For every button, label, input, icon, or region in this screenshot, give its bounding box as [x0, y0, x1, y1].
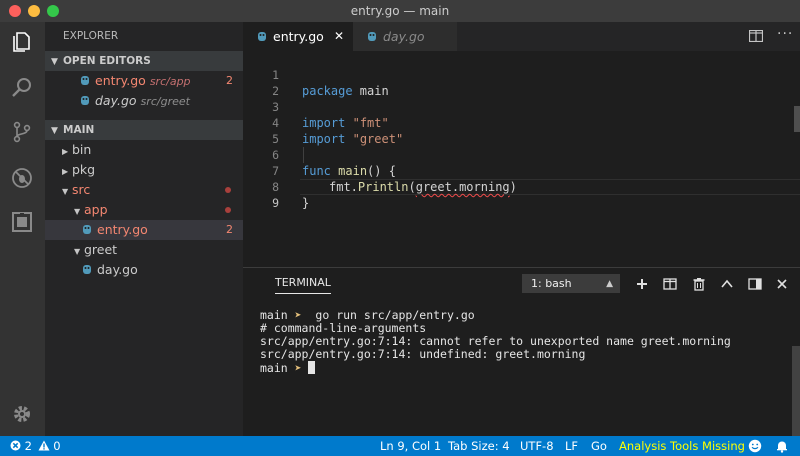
chevron-down-icon: ▼: [62, 187, 69, 196]
terminal-line: src/app/entry.go:7:14: undefined: greet.…: [260, 347, 586, 361]
debug-icon[interactable]: [10, 166, 34, 190]
notifications-bell-icon[interactable]: [775, 439, 789, 453]
chevron-up-icon[interactable]: [719, 276, 735, 292]
warning-count: 0: [53, 439, 61, 453]
error-icon: [10, 440, 21, 451]
code-editor[interactable]: 1 package main 2 3 import "fmt" 4 import…: [243, 51, 800, 267]
code-line-3[interactable]: import "fmt": [302, 115, 389, 131]
indent-guide: [303, 147, 304, 163]
editor-tabs: entry.go ✕ day.go ···: [243, 22, 800, 51]
encoding[interactable]: UTF-8: [520, 436, 554, 456]
error-squiggle: greet.morning: [415, 180, 510, 194]
window-title: entry.go — main: [350, 4, 450, 18]
prompt-arrow-icon: ➤: [294, 361, 302, 375]
analysis-tools-warning[interactable]: Analysis Tools Missing: [619, 436, 745, 456]
language-mode[interactable]: Go: [591, 436, 607, 456]
go-file-icon: [258, 32, 266, 41]
split-editor-icon[interactable]: [749, 30, 763, 42]
trash-icon[interactable]: [691, 276, 707, 292]
explorer-sidebar: EXPLORER ▼ OPEN EDITORS entry.go src/app 2…: [45, 22, 243, 436]
warning-icon: [38, 440, 50, 451]
prompt-arrow-icon: ➤: [294, 308, 302, 322]
go-file-icon: [83, 265, 91, 274]
tab-terminal[interactable]: TERMINAL: [275, 276, 331, 294]
explorer-title: EXPLORER: [63, 30, 119, 42]
tree-item-src[interactable]: ▼ src: [45, 180, 243, 200]
close-icon[interactable]: ✕: [334, 22, 344, 51]
tree-item-pkg[interactable]: ▶ pkg: [45, 160, 243, 180]
error-count: 2: [24, 439, 32, 453]
window-minimize-button[interactable]: [28, 5, 40, 17]
close-icon[interactable]: [774, 276, 790, 292]
window-maximize-button[interactable]: [47, 5, 59, 17]
code-line-8[interactable]: }: [302, 195, 309, 211]
source-control-icon[interactable]: [10, 120, 34, 144]
code-line-4[interactable]: import "greet": [302, 131, 403, 147]
tree-item-bin[interactable]: ▶ bin: [45, 140, 243, 160]
error-dot: [225, 187, 231, 193]
window-close-button[interactable]: [9, 5, 21, 17]
split-terminal-icon[interactable]: [662, 276, 678, 292]
tab-label: day.go: [383, 29, 425, 44]
code-line-7[interactable]: fmt.Println(greet.morning): [329, 179, 517, 195]
tab-size[interactable]: Tab Size: 4: [448, 436, 510, 456]
go-file-icon: [368, 32, 376, 41]
terminal-cursor: [307, 361, 315, 374]
line-ending[interactable]: LF: [565, 436, 578, 456]
gear-icon[interactable]: [10, 402, 34, 426]
new-terminal-icon[interactable]: [634, 276, 650, 292]
cursor-position[interactable]: Ln 9, Col 1: [380, 436, 441, 456]
feedback-smiley-icon[interactable]: [748, 439, 762, 453]
error-count-badge: 2: [226, 74, 233, 87]
folder-main-header[interactable]: ▼ MAIN: [45, 120, 243, 140]
terminal-select[interactable]: 1: bash ▲: [522, 274, 620, 293]
open-editors-header[interactable]: ▼ OPEN EDITORS: [45, 51, 243, 71]
code-line-1[interactable]: package main: [302, 83, 389, 99]
terminal-line[interactable]: main ➤: [260, 361, 315, 375]
tree-item-app[interactable]: ▼ app: [45, 200, 243, 220]
tab-entry-go[interactable]: entry.go ✕: [243, 22, 353, 51]
code-line-6[interactable]: func main() {: [302, 163, 396, 179]
title-bar: entry.go — main: [0, 0, 800, 22]
go-file-icon: [81, 96, 89, 105]
tab-day-go[interactable]: day.go: [353, 22, 457, 51]
more-actions-icon[interactable]: ···: [777, 26, 793, 42]
terminal-panel: TERMINAL 1: bash ▲ main ➤ go run src/app…: [243, 267, 800, 436]
problems-indicator[interactable]: 2 0: [10, 436, 61, 456]
editor-overview-ruler[interactable]: [794, 106, 800, 132]
chevron-down-icon: ▼: [74, 207, 81, 216]
error-count-badge: 2: [226, 223, 233, 236]
files-icon[interactable]: [10, 30, 34, 54]
chevron-updown-icon: ▲: [606, 279, 613, 289]
tab-label: entry.go: [273, 29, 324, 44]
extensions-icon[interactable]: [10, 210, 34, 234]
chevron-right-icon: ▶: [62, 147, 69, 156]
chevron-down-icon: ▼: [74, 247, 81, 256]
open-editor-entry-go[interactable]: entry.go src/app 2: [45, 71, 243, 91]
chevron-down-icon: ▼: [51, 126, 58, 136]
tree-item-greet[interactable]: ▼ greet: [45, 240, 243, 260]
open-editor-day-go[interactable]: day.go src/greet: [45, 91, 243, 111]
open-editor-name: entry.go: [95, 73, 146, 88]
chevron-down-icon: ▼: [51, 57, 58, 67]
terminal-scrollbar[interactable]: [792, 346, 800, 436]
line-number: 9: [272, 196, 279, 210]
open-editor-name: day.go: [95, 93, 137, 108]
go-file-icon: [81, 76, 89, 85]
search-icon[interactable]: [10, 76, 34, 100]
tree-item-day-go[interactable]: day.go: [45, 260, 243, 280]
chevron-right-icon: ▶: [62, 167, 69, 176]
open-editor-path: src/greet: [140, 95, 190, 108]
error-dot: [225, 207, 231, 213]
status-bar: 2 0 Ln 9, Col 1 Tab Size: 4 UTF-8 LF Go …: [0, 436, 800, 456]
toggle-panel-position-icon[interactable]: [747, 276, 763, 292]
tree-item-entry-go[interactable]: entry.go 2: [45, 220, 243, 240]
go-file-icon: [83, 225, 91, 234]
activity-bar: [0, 22, 45, 436]
open-editor-path: src/app: [149, 75, 191, 88]
